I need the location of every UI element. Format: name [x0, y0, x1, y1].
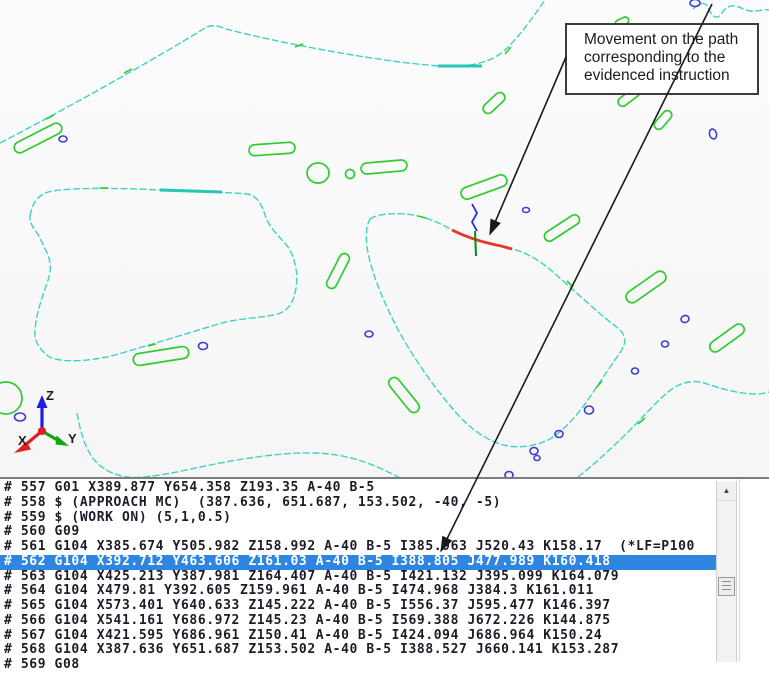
- contour-triangle-island: [366, 214, 625, 447]
- gcode-line[interactable]: # 563 G104 X425.213 Y387.981 Z164.407 A-…: [0, 570, 716, 585]
- annotation-line-1: Movement on the path: [584, 31, 753, 49]
- gcode-line[interactable]: # 565 G104 X573.401 Y640.633 Z145.222 A-…: [0, 599, 716, 614]
- axis-z-label: Z: [46, 388, 54, 403]
- gcode-line-selected[interactable]: # 562 G104 X392.712 Y463.606 Z161.03 A-4…: [0, 555, 716, 570]
- highlighted-move-segment: [452, 230, 512, 249]
- thumb-grip: [722, 585, 731, 586]
- axis-origin: [38, 427, 46, 435]
- gcode-line[interactable]: # 559 $ (WORK ON) (5,1,0.5): [0, 511, 716, 526]
- tool-axis-green: [475, 231, 476, 256]
- edge-pocket: [0, 382, 22, 414]
- tool-axis-blue: [472, 204, 477, 231]
- gcode-panel: # 557 G01 X389.877 Y654.358 Z193.35 A-40…: [0, 477, 769, 685]
- contour-top-right-squiggle: [693, 3, 769, 17]
- contour-bottom-left: [77, 413, 400, 477]
- axis-y-arrowhead: [56, 436, 70, 447]
- annotation-line-2: corresponding to the: [584, 49, 753, 67]
- gcode-line[interactable]: # 569 G08: [0, 658, 716, 673]
- contour-bottom-right: [578, 382, 769, 477]
- vertical-scrollbar[interactable]: ▲: [716, 481, 737, 662]
- gcode-line[interactable]: # 568 G104 X387.636 Y651.687 Z153.502 A-…: [0, 643, 716, 658]
- scrollbar-thumb[interactable]: [718, 577, 735, 596]
- gcode-line[interactable]: # 561 G104 X385.674 Y505.982 Z158.992 A-…: [0, 540, 716, 555]
- annotation-callout: Movement on the path corresponding to th…: [565, 23, 759, 95]
- axis-y-label: Y: [68, 431, 77, 446]
- axis-x-label: X: [18, 433, 27, 448]
- gcode-listing: # 557 G01 X389.877 Y654.358 Z193.35 A-40…: [0, 481, 716, 673]
- thumb-grip: [722, 589, 731, 590]
- cam-simulation-window: Z X Y Movement on the path corresponding…: [0, 0, 769, 685]
- gcode-line[interactable]: # 566 G104 X541.161 Y686.972 Z145.23 A-4…: [0, 614, 716, 629]
- panel-right-edge: [739, 479, 740, 662]
- gcode-line[interactable]: # 557 G01 X389.877 Y654.358 Z193.35 A-40…: [0, 481, 716, 496]
- direction-ticks: [46, 44, 645, 424]
- contour-upper-blob: [30, 188, 297, 360]
- gcode-line[interactable]: # 558 $ (APPROACH MC) (387.636, 651.687,…: [0, 496, 716, 511]
- small-pocket: [346, 170, 355, 179]
- tool-marker: [472, 204, 477, 256]
- gcode-line[interactable]: # 567 G104 X421.595 Y686.961 Z150.41 A-4…: [0, 629, 716, 644]
- gcode-line[interactable]: # 560 G09: [0, 525, 716, 540]
- toolpath-bold-segments: [160, 66, 482, 192]
- annotation-line-3: evidenced instruction: [584, 67, 753, 85]
- thumb-grip: [722, 581, 731, 582]
- scroll-up-button[interactable]: ▲: [717, 482, 736, 501]
- gcode-line[interactable]: # 564 G104 X479.81 Y392.605 Z159.961 A-4…: [0, 584, 716, 599]
- pocket-blob: [307, 163, 329, 183]
- scroll-up-icon: ▲: [723, 486, 731, 495]
- contour-top-diagonal: [0, 0, 545, 143]
